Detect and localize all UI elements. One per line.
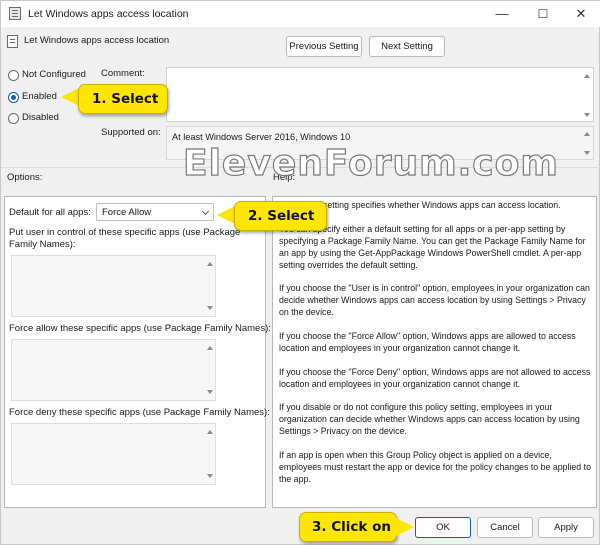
previous-setting-button[interactable]: Previous Setting	[286, 36, 362, 57]
scroll-up-arrow-icon[interactable]	[584, 74, 590, 78]
help-paragraph: If you choose the "Force Allow" option, …	[279, 330, 576, 353]
default-for-all-apps-label: Default for all apps:	[9, 207, 91, 218]
watermark-text: ElevenForum.com	[182, 142, 559, 184]
help-paragraph: You can specify either a default setting…	[279, 223, 586, 270]
step3-callout: 3. Click on	[299, 512, 397, 542]
radio-label: Enabled	[22, 91, 57, 102]
help-paragraph: If you disable or do not configure this …	[279, 402, 580, 437]
radio-indicator-checked[interactable]	[8, 92, 19, 103]
default-for-all-apps-dropdown[interactable]: Force Allow	[96, 203, 214, 221]
radio-disabled[interactable]: Disabled	[8, 112, 68, 126]
radio-enabled[interactable]: Enabled	[8, 91, 68, 105]
close-button[interactable]: ✕	[561, 1, 600, 27]
radio-not-configured[interactable]: Not Configured	[8, 69, 98, 83]
user-control-apps-list[interactable]	[11, 255, 216, 317]
callout-arrow-icon	[61, 88, 79, 106]
options-section-label: Options:	[7, 172, 43, 183]
radio-label: Disabled	[22, 112, 59, 123]
window-title: Let Windows apps access location	[28, 8, 189, 20]
force-deny-apps-label: Force deny these specific apps (use Pack…	[9, 407, 270, 418]
step1-callout: 1. Select	[78, 84, 168, 114]
scroll-down-arrow-icon[interactable]	[207, 306, 213, 310]
scroll-down-arrow-icon[interactable]	[584, 113, 590, 117]
policy-setting-icon	[7, 35, 18, 48]
step2-callout: 2. Select	[234, 201, 327, 231]
force-allow-apps-list[interactable]	[11, 339, 216, 401]
cancel-button[interactable]: Cancel	[477, 517, 533, 538]
help-paragraph: If you choose the "User is in control" o…	[279, 283, 590, 318]
policy-dialog: Let Windows apps access location — ☐ ✕ L…	[0, 0, 600, 545]
force-deny-apps-list[interactable]	[11, 423, 216, 485]
dropdown-selected-value: Force Allow	[102, 207, 152, 218]
help-paragraph: If an app is open when this Group Policy…	[279, 449, 591, 484]
scroll-up-arrow-icon[interactable]	[207, 430, 213, 434]
next-setting-button[interactable]: Next Setting	[369, 36, 445, 57]
scroll-down-arrow-icon[interactable]	[207, 390, 213, 394]
supported-on-label: Supported on:	[101, 127, 161, 138]
policy-name: Let Windows apps access location	[24, 35, 170, 46]
chevron-down-icon	[201, 207, 210, 216]
comment-textbox[interactable]	[166, 67, 594, 122]
scroll-up-arrow-icon[interactable]	[207, 262, 213, 266]
scroll-up-arrow-icon[interactable]	[207, 346, 213, 350]
apply-button[interactable]: Apply	[538, 517, 594, 538]
scroll-down-arrow-icon[interactable]	[207, 474, 213, 478]
supported-on-value: At least Windows Server 2016, Windows 10	[172, 132, 351, 142]
help-paragraph: If you choose the "Force Deny" option, W…	[279, 366, 591, 389]
radio-indicator[interactable]	[8, 70, 19, 81]
maximize-button[interactable]: ☐	[523, 1, 563, 27]
options-panel: Default for all apps: Force Allow Put us…	[4, 196, 271, 508]
callout-arrow-icon	[217, 206, 235, 224]
scroll-down-arrow-icon[interactable]	[584, 151, 590, 155]
radio-label: Not Configured	[22, 69, 86, 80]
scroll-up-arrow-icon[interactable]	[584, 132, 590, 136]
force-allow-apps-label: Force allow these specific apps (use Pac…	[9, 323, 271, 334]
comment-label: Comment:	[101, 68, 145, 79]
radio-indicator[interactable]	[8, 113, 19, 124]
help-panel[interactable]: This policy setting specifies whether Wi…	[272, 196, 597, 508]
help-text: This policy setting specifies whether Wi…	[279, 200, 591, 498]
minimize-button[interactable]: —	[482, 1, 522, 27]
callout-arrow-right-icon	[396, 518, 414, 536]
ok-button[interactable]: OK	[415, 517, 471, 538]
user-control-apps-label: Put user in control of these specific ap…	[9, 227, 241, 250]
title-bar[interactable]: Let Windows apps access location — ☐ ✕	[1, 1, 600, 27]
policy-document-icon	[9, 7, 21, 20]
